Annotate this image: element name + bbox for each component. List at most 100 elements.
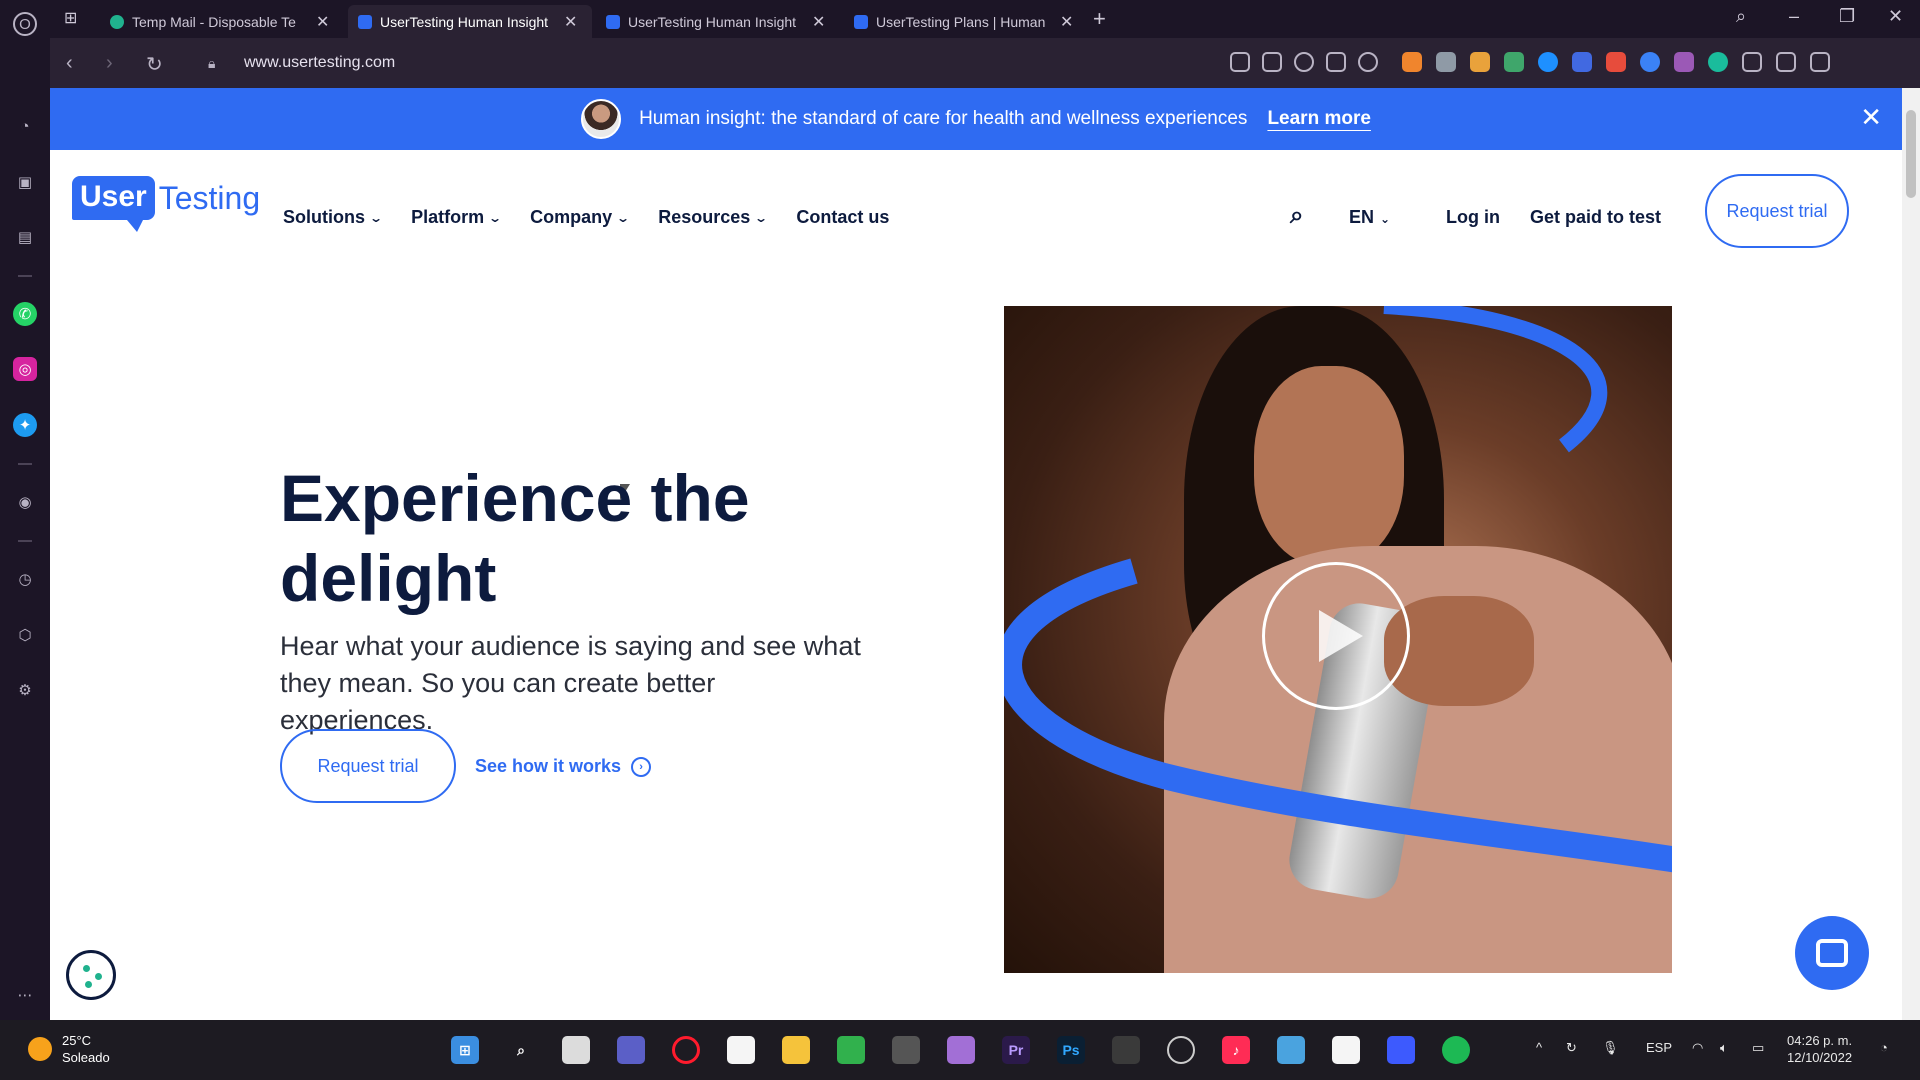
more-icon[interactable]: ⋯ <box>13 983 37 1007</box>
restore-icon[interactable]: ❐ <box>1839 6 1855 27</box>
heart-icon[interactable] <box>1358 52 1378 72</box>
adblock-icon[interactable] <box>1294 52 1314 72</box>
language-selector[interactable]: EN ⌄ <box>1349 207 1390 228</box>
tab-menu-icon[interactable]: ⊞ <box>64 8 77 28</box>
speed-dial-icon[interactable]: ◔ <box>13 114 37 138</box>
cookie-settings-icon[interactable] <box>66 950 116 1000</box>
volume-icon[interactable]: 🔈︎ <box>1720 1040 1728 1056</box>
close-tab-icon[interactable]: ✕ <box>1060 12 1073 32</box>
file-explorer-icon[interactable] <box>782 1036 810 1064</box>
task-view-icon[interactable] <box>562 1036 590 1064</box>
snapshot-icon[interactable] <box>1262 52 1282 72</box>
chat-app-icon[interactable] <box>617 1036 645 1064</box>
extension-icon[interactable] <box>1572 52 1592 72</box>
chevron-up-icon[interactable]: ^ <box>1536 1040 1542 1055</box>
microphone-icon[interactable]: 🎙︎ <box>1602 1040 1619 1056</box>
clock[interactable]: 04:26 p. m. 12/10/2022 <box>1787 1032 1852 1066</box>
menu-item-solutions[interactable]: Solutions ⌄ <box>283 207 383 228</box>
weather-widget[interactable]: 25°C Soleado <box>28 1032 110 1066</box>
tab-temp-mail[interactable]: Temp Mail - Disposable Te ✕ <box>100 5 344 38</box>
extension-icon[interactable] <box>1640 52 1660 72</box>
extension-icon[interactable] <box>1436 52 1456 72</box>
play-icon[interactable] <box>1262 562 1410 710</box>
whatsapp-icon[interactable]: ✆ <box>13 302 37 326</box>
shopping-icon[interactable]: ▣ <box>13 170 37 194</box>
url-field[interactable]: www.usertesting.com <box>244 54 395 72</box>
menu-item-contact[interactable]: Contact us <box>796 207 889 228</box>
tab-usertesting-plans[interactable]: UserTesting Plans | Human ✕ <box>844 5 1088 38</box>
search-tabs-icon[interactable]: ⌕ <box>1736 6 1746 27</box>
login-link[interactable]: Log in <box>1446 207 1500 228</box>
usertesting-logo[interactable]: User Testing <box>72 176 260 232</box>
app-icon[interactable] <box>1387 1036 1415 1064</box>
chat-widget-icon[interactable] <box>1795 916 1869 990</box>
new-tab-icon[interactable]: + <box>1093 6 1106 32</box>
app-icon[interactable] <box>947 1036 975 1064</box>
input-language[interactable]: ESP <box>1646 1040 1672 1055</box>
app-icon[interactable] <box>892 1036 920 1064</box>
opera-icon[interactable] <box>672 1036 700 1064</box>
tiktok-icon[interactable]: ♪ <box>1222 1036 1250 1064</box>
photoshop-icon[interactable]: Ps <box>1057 1036 1085 1064</box>
forward-icon[interactable]: › <box>106 52 113 75</box>
battery-icon[interactable]: ▭ <box>1752 1040 1764 1056</box>
instagram-icon[interactable]: ◎ <box>13 357 37 381</box>
close-window-icon[interactable]: ✕ <box>1888 6 1903 27</box>
get-paid-link[interactable]: Get paid to test <box>1530 207 1661 228</box>
sidebar-divider <box>18 540 32 542</box>
spotify-icon[interactable] <box>1442 1036 1470 1064</box>
twitter-icon[interactable]: ✦ <box>13 413 37 437</box>
see-how-it-works-link[interactable]: See how it works › <box>475 756 652 777</box>
extension-icon[interactable] <box>1708 52 1728 72</box>
request-trial-button[interactable]: Request trial <box>280 729 456 803</box>
search-icon[interactable]: ⌕ <box>507 1036 535 1064</box>
extension-icon[interactable] <box>1606 52 1626 72</box>
twitch-icon[interactable]: ▤ <box>13 225 37 249</box>
tab-usertesting-2[interactable]: UserTesting Human Insight ✕ <box>596 5 840 38</box>
player-icon[interactable]: ◉ <box>13 490 37 514</box>
share-icon[interactable] <box>1230 52 1250 72</box>
start-icon[interactable]: ⊞ <box>451 1036 479 1064</box>
app-icon[interactable] <box>1167 1036 1195 1064</box>
history-icon[interactable]: ◷ <box>13 567 37 591</box>
wifi-icon[interactable]: ◠ <box>1692 1040 1703 1056</box>
scrollbar-thumb[interactable] <box>1906 110 1916 198</box>
back-icon[interactable]: ‹ <box>66 52 73 75</box>
flow-icon[interactable] <box>1326 52 1346 72</box>
settings-icon[interactable]: ⚙ <box>13 678 37 702</box>
app-icon[interactable] <box>837 1036 865 1064</box>
metamask-icon[interactable] <box>1402 52 1422 72</box>
reload-icon[interactable]: ↻ <box>146 52 163 77</box>
sun-icon <box>28 1037 52 1061</box>
extensions-icon[interactable]: ⬡ <box>13 623 37 647</box>
store-icon[interactable] <box>1332 1036 1360 1064</box>
minimize-icon[interactable]: – <box>1789 6 1799 27</box>
page-scrollbar[interactable] <box>1902 88 1920 1020</box>
app-icon[interactable] <box>1112 1036 1140 1064</box>
extension-icon[interactable] <box>1504 52 1524 72</box>
search-icon[interactable]: ⌕ <box>1290 202 1303 230</box>
hero-video[interactable] <box>1004 306 1672 973</box>
easy-setup-icon[interactable] <box>1810 52 1830 72</box>
extensions-menu-icon[interactable] <box>1742 52 1762 72</box>
close-tab-icon[interactable]: ✕ <box>812 12 825 32</box>
notification-icon[interactable]: ◔ <box>1880 1040 1888 1055</box>
request-trial-header-button[interactable]: Request trial <box>1705 174 1849 248</box>
opera-logo-icon[interactable]: O <box>13 12 37 36</box>
close-tab-icon[interactable]: ✕ <box>564 12 577 32</box>
menu-item-resources[interactable]: Resources ⌄ <box>658 207 768 228</box>
menu-item-platform[interactable]: Platform ⌄ <box>411 207 502 228</box>
close-tab-icon[interactable]: ✕ <box>316 12 329 32</box>
extension-icon[interactable] <box>1674 52 1694 72</box>
premiere-icon[interactable]: Pr <box>1002 1036 1030 1064</box>
extension-icon[interactable] <box>1470 52 1490 72</box>
app-icon[interactable] <box>727 1036 755 1064</box>
learn-more-link[interactable]: Learn more <box>1267 108 1370 130</box>
app-icon[interactable] <box>1277 1036 1305 1064</box>
extension-icon[interactable] <box>1538 52 1558 72</box>
menu-item-company[interactable]: Company ⌄ <box>530 207 630 228</box>
download-icon[interactable] <box>1776 52 1796 72</box>
sync-icon[interactable]: ↻ <box>1566 1040 1577 1056</box>
close-banner-icon[interactable]: ✕ <box>1860 104 1882 130</box>
tab-usertesting-active[interactable]: UserTesting Human Insight ✕ <box>348 5 592 38</box>
